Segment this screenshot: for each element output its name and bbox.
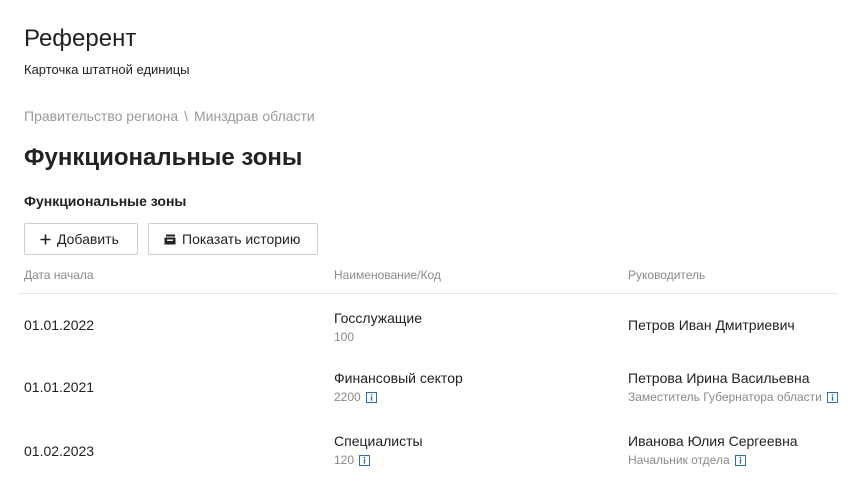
zone-name: Госслужащие [334,310,423,326]
start-date-cell: 01.01.2021 [24,379,95,395]
zone-code: 120 [334,453,423,467]
zone-code-value: 2200 [334,390,361,404]
head-name: Петров Иван Дмитриевич [628,317,795,333]
plus-icon [40,234,51,245]
zone-code: 100 [334,330,422,344]
head-position: Начальник отдела [628,453,798,467]
show-history-button-label: Показать историю [182,231,301,247]
info-icon[interactable] [365,391,377,403]
show-history-button[interactable]: Показать историю [148,223,318,255]
page-title: Референт [24,25,137,52]
archive-icon [164,234,176,245]
head-position-value: Начальник отдела [628,453,730,467]
head-cell: Петрова Ирина Васильевна Заместитель Губ… [628,370,838,404]
zone-code: 2200 [334,390,463,404]
add-button[interactable]: Добавить [24,223,138,255]
zone-code-value: 120 [334,453,355,467]
zone-code-value: 100 [334,330,355,344]
head-position-value: Заместитель Губернатора области [628,390,822,404]
head-name: Петрова Ирина Васильевна [628,370,810,386]
start-date-cell: 01.02.2023 [24,443,95,459]
info-icon[interactable] [734,454,746,466]
start-date-cell: 01.01.2022 [24,317,95,333]
name-code-cell: Финансовый сектор 2200 [334,370,463,404]
column-header-name-code[interactable]: Наименование/Код [334,268,441,282]
breadcrumb-item-region[interactable]: Правительство региона [24,108,178,124]
breadcrumb-separator: \ [184,108,188,124]
info-icon[interactable] [359,454,371,466]
zone-name: Финансовый сектор [334,370,463,386]
name-code-cell: Госслужащие 100 [334,310,422,344]
info-icon[interactable] [826,391,838,403]
zone-name: Специалисты [334,433,423,449]
subsection-title: Функциональные зоны [24,193,187,209]
head-position: Заместитель Губернатора области [628,390,838,404]
breadcrumb: Правительство региона \ Минздрав области [24,108,315,124]
head-cell: Иванова Юлия Сергеевна Начальник отдела [628,433,798,467]
column-header-start-date[interactable]: Дата начала [24,268,94,282]
name-code-cell: Специалисты 120 [334,433,423,467]
section-title: Функциональные зоны [24,144,303,171]
breadcrumb-item-ministry[interactable]: Минздрав области [194,108,315,124]
add-button-label: Добавить [57,231,119,247]
column-header-head[interactable]: Руководитель [628,268,705,282]
head-cell: Петров Иван Дмитриевич [628,317,795,333]
page-subtitle: Карточка штатной единицы [24,62,190,77]
head-name: Иванова Юлия Сергеевна [628,433,798,449]
table-header-divider [18,293,838,294]
